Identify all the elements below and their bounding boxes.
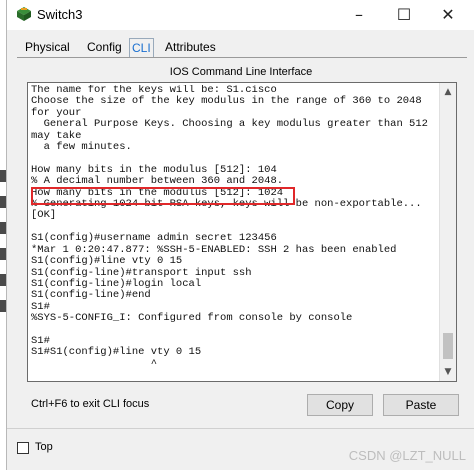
cli-line: %SYS-5-CONFIG_I: Configured from console…: [31, 312, 353, 325]
cli-line: S1(config)#username admin secret 123456: [31, 232, 277, 245]
cli-output[interactable]: The name for the keys will be: S1.cisco C…: [31, 85, 439, 381]
scroll-down-icon[interactable]: ▼: [440, 365, 456, 379]
minimize-button[interactable]: –: [345, 4, 373, 26]
window-title: Switch3: [37, 7, 83, 22]
cli-console[interactable]: The name for the keys will be: S1.cisco C…: [27, 82, 457, 382]
scroll-up-icon[interactable]: ▲: [440, 85, 456, 99]
cli-line: [31, 325, 439, 336]
cli-line: S1(config-line)#end: [31, 289, 151, 302]
tab-divider: [17, 57, 467, 58]
tab-config[interactable]: Config: [85, 38, 124, 58]
switch-app-icon: [17, 7, 31, 21]
bottom-divider: [7, 428, 474, 429]
cli-focus-hint: Ctrl+F6 to exit CLI focus: [31, 398, 150, 410]
watermark: CSDN @LZT_NULL: [348, 448, 466, 463]
top-checkbox-label: Top: [35, 441, 53, 453]
cli-line: Choose the size of the key modulus in th…: [31, 95, 422, 108]
paste-button[interactable]: Paste: [383, 394, 459, 416]
highlight-annotation: [31, 187, 295, 205]
switch-window: Switch3 – ☐ ✕ Physical Config CLI Attrib…: [6, 0, 474, 470]
copy-button[interactable]: Copy: [307, 394, 373, 416]
tab-physical[interactable]: Physical: [23, 38, 72, 58]
title-bar[interactable]: Switch3 – ☐ ✕: [7, 0, 474, 30]
cli-line: S1(config)#line vty 0 15: [31, 255, 183, 268]
tab-cli[interactable]: CLI: [129, 38, 154, 58]
close-button[interactable]: ✕: [434, 4, 462, 26]
cli-line: % A decimal number between 360 and 2048.: [31, 175, 284, 188]
tab-attributes[interactable]: Attributes: [163, 38, 218, 58]
cli-panel-title: IOS Command Line Interface: [169, 66, 313, 78]
maximize-button[interactable]: ☐: [390, 4, 418, 26]
cli-line: [OK]: [31, 209, 57, 222]
scrollbar-thumb[interactable]: [443, 333, 453, 359]
cli-line: ^: [31, 357, 158, 370]
cli-line: General Purpose Keys. Choosing a key mod…: [31, 118, 428, 131]
top-checkbox[interactable]: [17, 442, 29, 454]
cli-scrollbar[interactable]: ▲ ▼: [439, 83, 456, 381]
cli-line: a few minutes.: [31, 141, 132, 154]
